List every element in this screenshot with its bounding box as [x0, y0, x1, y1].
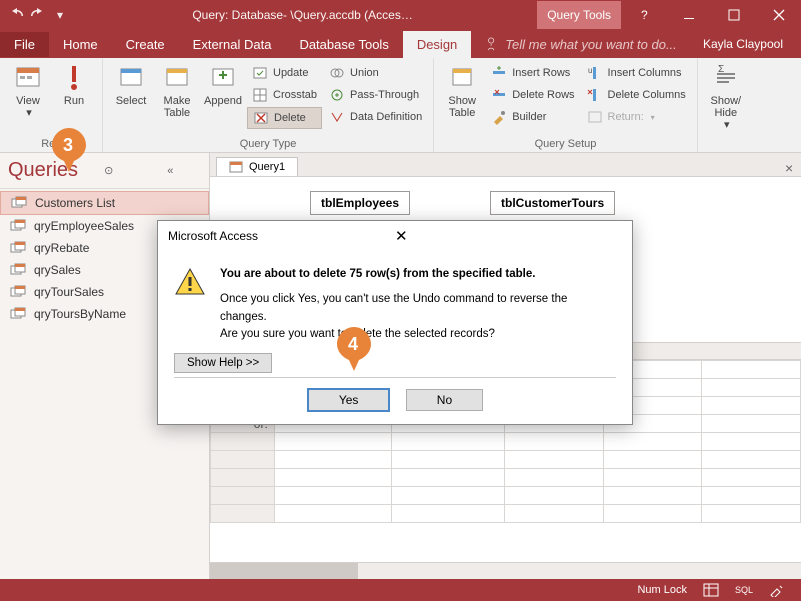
yes-button[interactable]: Yes [307, 388, 391, 412]
document-tabs: Query1 × [210, 153, 801, 177]
menu-design[interactable]: Design [403, 31, 471, 58]
crosstab-button[interactable]: Crosstab [247, 85, 322, 105]
help-icon[interactable]: ? [621, 0, 666, 30]
show-hide-button[interactable]: Σ Show/ Hide▾ [704, 61, 748, 134]
delete-query-button[interactable]: Delete [247, 107, 322, 129]
insert-rows-button[interactable]: Insert Rows [486, 63, 579, 83]
view-datasheet-icon[interactable] [695, 583, 727, 597]
menu-bar: File Home Create External Data Database … [0, 30, 801, 58]
menu-create[interactable]: Create [112, 32, 179, 57]
dialog-close-icon[interactable]: ✕ [395, 227, 622, 245]
minimize-button[interactable] [666, 0, 711, 30]
show-table-button[interactable]: Show Table [440, 61, 484, 122]
maximize-button[interactable] [711, 0, 756, 30]
union-button[interactable]: Union [324, 63, 427, 83]
delete-rows-button[interactable]: Delete Rows [486, 85, 579, 105]
make-table-button[interactable]: Make Table [155, 61, 199, 122]
status-bar: Num Lock SQL [0, 579, 801, 601]
dialog-heading: You are about to delete 75 row(s) from t… [220, 268, 535, 280]
svg-text:u: u [588, 66, 592, 75]
select-query-button[interactable]: Select [109, 61, 153, 110]
ribbon: View▾ Run Res Select Make Table Append [0, 58, 801, 153]
tell-me-placeholder: Tell me what you want to do... [505, 37, 677, 52]
callout-3: 3 [52, 128, 86, 172]
group-query-type-label: Query Type [109, 137, 427, 151]
run-button[interactable]: Run [52, 61, 96, 110]
svg-text:4: 4 [348, 334, 358, 354]
close-button[interactable] [756, 0, 801, 30]
dialog-title: Microsoft Access [168, 229, 395, 243]
status-numlock: Num Lock [629, 584, 695, 596]
menu-file[interactable]: File [0, 32, 49, 57]
svg-text:3: 3 [63, 135, 73, 155]
nav-collapse-icon[interactable]: « [140, 163, 201, 179]
account-name[interactable]: Kayla Claypool [685, 37, 801, 51]
tab-query1[interactable]: Query1 [216, 157, 298, 176]
menu-database-tools[interactable]: Database Tools [285, 32, 402, 57]
delete-columns-button[interactable]: Delete Columns [582, 85, 691, 105]
menu-home[interactable]: Home [49, 32, 112, 57]
tell-me-search[interactable]: Tell me what you want to do... [471, 37, 685, 52]
nav-item-customers-list[interactable]: Customers List [0, 191, 209, 215]
tab-close-icon[interactable]: × [785, 160, 801, 176]
update-query-button[interactable]: Update [247, 63, 322, 83]
contextual-tab-group: Query Tools [537, 1, 621, 29]
passthrough-button[interactable]: Pass-Through [324, 85, 427, 105]
show-help-button[interactable]: Show Help >> [174, 353, 272, 373]
append-button[interactable]: Append [201, 61, 245, 110]
group-query-setup-label: Query Setup [440, 137, 691, 151]
view-sql-icon[interactable]: SQL [727, 585, 761, 595]
caret-down-icon[interactable]: ▾ [52, 7, 68, 23]
view-button[interactable]: View▾ [6, 61, 50, 122]
return-dropdown[interactable]: Return:▾ [582, 107, 691, 127]
callout-4: 4 [337, 327, 371, 371]
svg-text:?: ? [641, 8, 648, 22]
data-definition-button[interactable]: Data Definition [324, 107, 427, 127]
menu-external-data[interactable]: External Data [179, 32, 286, 57]
table-box-customertours[interactable]: tblCustomerTours [490, 191, 615, 215]
title-bar: ▾ Query: Database- \Query.accdb (Acces… … [0, 0, 801, 30]
dialog-body: Once you click Yes, you can't use the Un… [220, 293, 567, 340]
window-title: Query: Database- \Query.accdb (Acces… [68, 8, 537, 22]
nav-header[interactable]: Queries ⊙ « [0, 153, 209, 189]
insert-columns-button[interactable]: uInsert Columns [582, 63, 691, 83]
view-design-icon[interactable] [761, 583, 793, 597]
confirm-delete-dialog: Microsoft Access ✕ You are about to dele… [157, 220, 633, 425]
undo-icon[interactable] [8, 7, 24, 23]
redo-icon[interactable] [30, 7, 46, 23]
no-button[interactable]: No [406, 389, 483, 411]
grid-horizontal-scrollbar[interactable] [210, 562, 801, 579]
nav-dropdown-icon[interactable]: ⊙ [78, 163, 139, 179]
warning-icon [174, 266, 206, 298]
builder-button[interactable]: Builder [486, 107, 579, 127]
svg-text:Σ: Σ [718, 64, 724, 75]
table-box-employees[interactable]: tblEmployees [310, 191, 410, 215]
